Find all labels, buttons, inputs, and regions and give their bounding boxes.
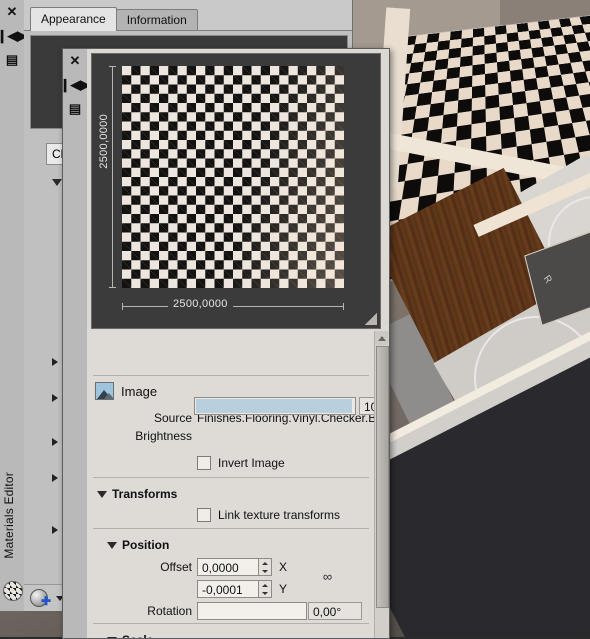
rotation-input[interactable]: [197, 602, 307, 620]
brightness-slider-fill: [196, 399, 352, 413]
source-label: Source: [153, 411, 192, 425]
image-section-header: Image: [121, 383, 158, 399]
chevron-right-icon: [52, 474, 58, 482]
brightness-label: Brightness: [135, 429, 192, 443]
close-icon[interactable]: ✕: [65, 51, 85, 71]
materials-editor-title: Materials Editor: [2, 472, 16, 559]
plus-icon: ✚: [41, 593, 52, 608]
chain-link-icon[interactable]: ∞: [315, 569, 337, 584]
tab-information[interactable]: Information: [115, 9, 198, 31]
resize-grip[interactable]: [365, 313, 377, 325]
offset-y-stepper[interactable]: [259, 580, 272, 598]
scroll-up-button[interactable]: [375, 331, 388, 345]
link-texture-transforms-checkbox[interactable]: [197, 508, 211, 522]
image-icon: [95, 382, 114, 400]
texture-editor-dialog: ✕ ❙◀▶ ▤ 2500,0000 2500,0000 Image Source…: [60, 48, 390, 639]
preview-width-label: 2500,0000: [168, 298, 233, 310]
chevron-up-icon: [377, 335, 386, 341]
texture-preview[interactable]: 2500,0000 2500,0000: [91, 53, 381, 329]
divider: [93, 477, 369, 478]
preview-height-label: 2500,0000: [98, 114, 110, 169]
chevron-down-icon: [107, 541, 117, 549]
preview-lighting-overlay: [122, 66, 344, 288]
offset-y-axis-label: Y: [279, 582, 288, 596]
create-material-button[interactable]: ✚: [30, 588, 66, 608]
panel-layout-icon[interactable]: ▤: [2, 50, 22, 70]
link-texture-transforms-row[interactable]: Link texture transforms: [197, 505, 340, 525]
invert-image-checkbox[interactable]: [197, 456, 211, 470]
offset-label: Offset: [160, 560, 192, 574]
image-icon-mountain: [104, 393, 113, 399]
chevron-down-icon: [52, 179, 62, 186]
materials-editor-titlebar: ✕ ❙◀▶ ▤ Materials Editor: [0, 0, 27, 611]
scrollbar-thumb[interactable]: [376, 346, 389, 608]
preview-horizontal-ruler: [122, 303, 344, 310]
rotation-label: Rotation: [147, 604, 192, 618]
divider: [93, 623, 369, 624]
collapse-arrows-icon[interactable]: ❙◀▶: [60, 75, 91, 95]
offset-x-axis-label: X: [279, 560, 288, 574]
offset-x-stepper[interactable]: [259, 558, 272, 576]
materials-editor-tabs[interactable]: Appearance Information: [30, 7, 198, 31]
offset-x-input[interactable]: 0,0000: [197, 558, 259, 576]
offset-x-row[interactable]: 0,0000 X: [197, 557, 287, 577]
collapse-arrows-icon[interactable]: ❙◀▶: [0, 26, 27, 46]
chevron-down-icon: [97, 490, 107, 498]
invert-image-checkbox-row[interactable]: Invert Image: [197, 453, 285, 473]
brightness-slider[interactable]: [194, 397, 356, 415]
close-icon[interactable]: ✕: [2, 2, 22, 22]
offset-y-row[interactable]: -0,0001 Y: [197, 579, 287, 599]
checker-material-icon: [3, 581, 23, 601]
checker-texture-preview: [122, 66, 344, 288]
texture-editor-titlebar: ✕ ❙◀▶ ▤: [60, 49, 91, 638]
rotation-row[interactable]: 0,00°: [197, 601, 362, 621]
texture-properties-list: Image Source Finishes.Flooring.Vinyl.Che…: [87, 331, 389, 638]
rotation-unit-value: 0,00°: [308, 602, 362, 620]
position-section-header[interactable]: Position: [107, 535, 169, 555]
chevron-right-icon: [52, 394, 58, 402]
transforms-section-header[interactable]: Transforms: [97, 484, 177, 504]
preview-vertical-ruler: [109, 66, 116, 288]
texture-editor-body: 2500,0000 2500,0000 Image Source Finishe…: [87, 49, 389, 638]
divider: [93, 528, 369, 529]
panel-layout-icon[interactable]: ▤: [65, 99, 85, 119]
offset-y-input[interactable]: -0,0001: [197, 580, 259, 598]
chevron-right-icon: [52, 438, 58, 446]
texture-properties-pane: Image Source Finishes.Flooring.Vinyl.Che…: [87, 331, 389, 638]
divider: [93, 375, 369, 376]
viewport-door-label: R: [540, 273, 554, 287]
tab-appearance[interactable]: Appearance: [30, 7, 117, 31]
chevron-right-icon: [52, 526, 58, 534]
properties-scrollbar[interactable]: [374, 331, 389, 638]
chevron-right-icon: [52, 358, 58, 366]
